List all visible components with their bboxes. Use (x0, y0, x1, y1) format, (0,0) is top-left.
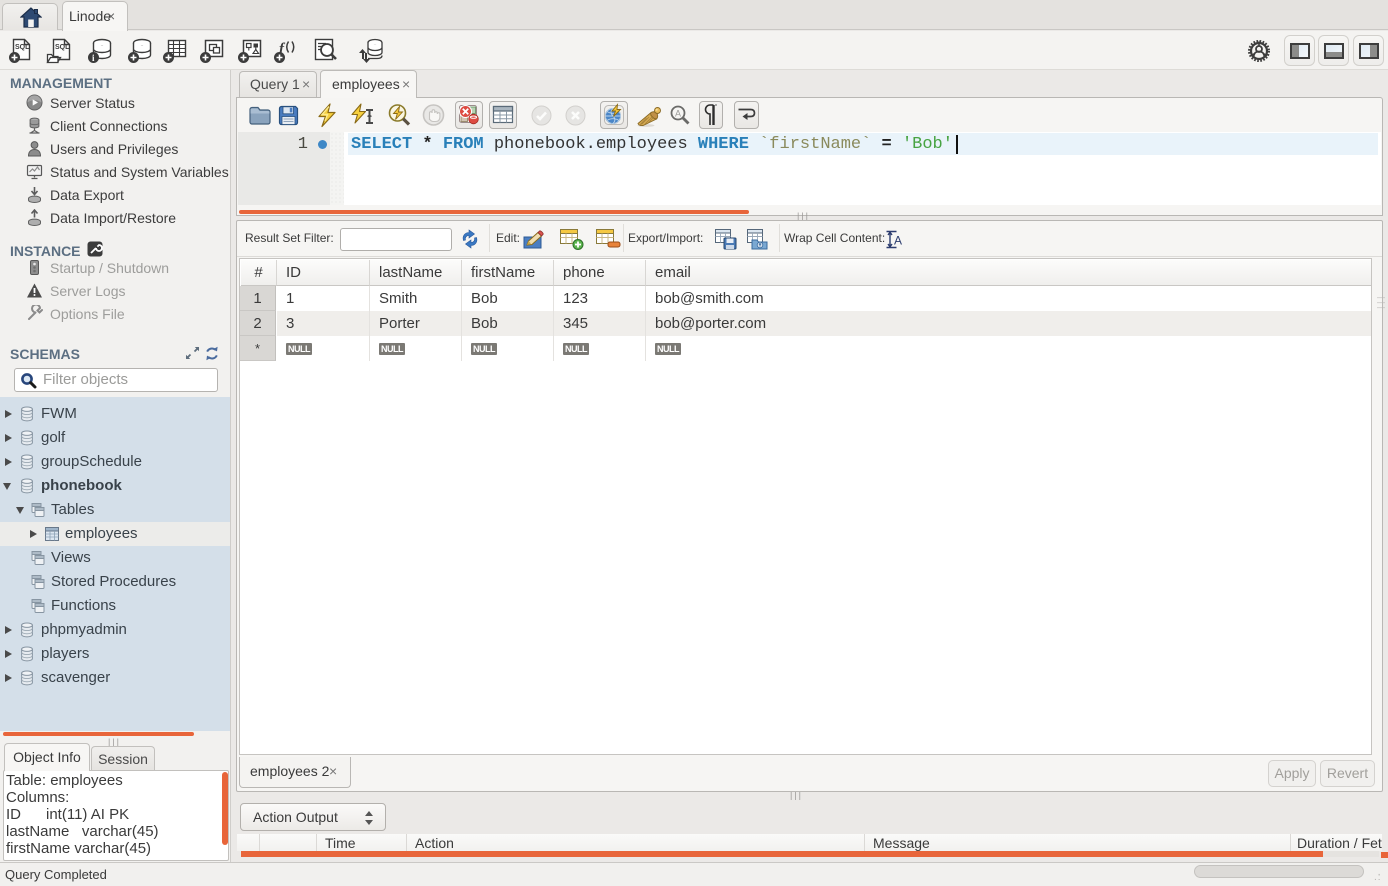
svg-text:SQL: SQL (55, 44, 70, 51)
svg-text:A: A (675, 109, 681, 119)
svg-text:A: A (894, 234, 902, 248)
svg-text:SQL: SQL (15, 44, 30, 51)
